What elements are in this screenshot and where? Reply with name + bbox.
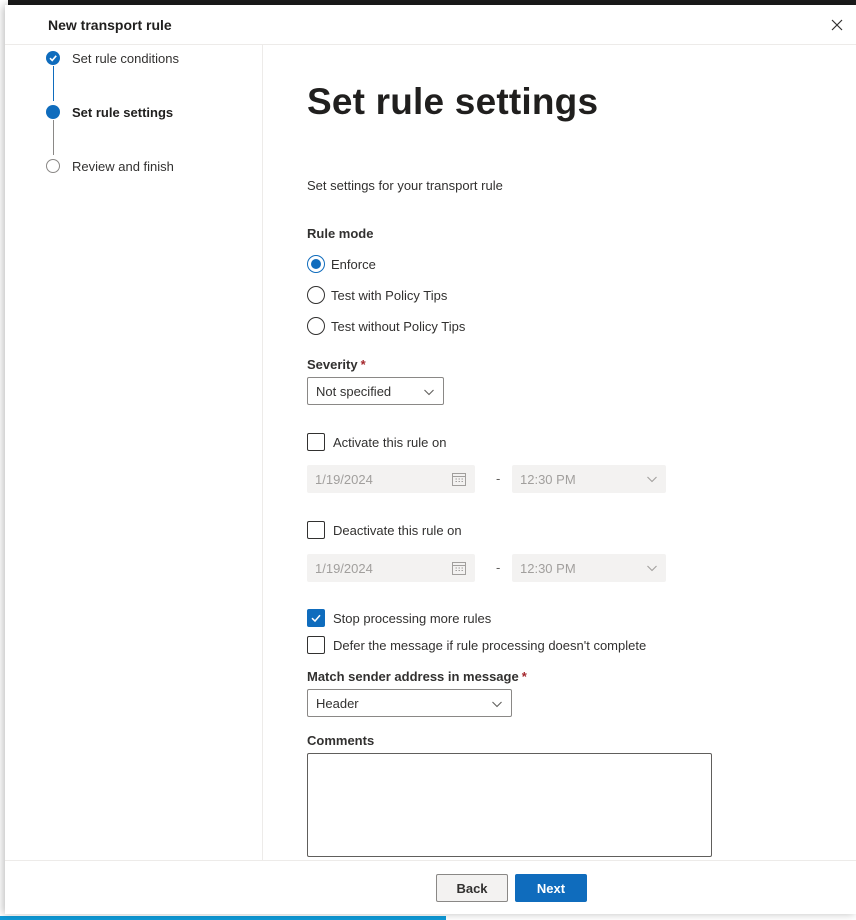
severity-dropdown[interactable]: Not specified <box>307 377 444 405</box>
chevron-down-icon <box>647 565 657 572</box>
step-label: Review and finish <box>72 158 174 174</box>
step-current-indicator <box>46 105 60 119</box>
chevron-down-icon <box>492 701 502 708</box>
date-time-separator: - <box>496 560 501 575</box>
activate-time-dropdown[interactable]: 12:30 PM <box>512 465 666 493</box>
radio-label: Test without Policy Tips <box>331 318 466 334</box>
deactivate-rule-checkbox[interactable]: Deactivate this rule on <box>307 521 462 539</box>
rule-settings-form: Set rule settings Set settings for your … <box>264 45 856 860</box>
step-connector <box>53 66 54 101</box>
new-transport-rule-panel: New transport rule Set rule conditions S… <box>5 5 856 914</box>
radio-indicator <box>307 255 325 273</box>
checkbox-indicator <box>307 636 325 654</box>
intro-text: Set settings for your transport rule <box>307 178 503 193</box>
step-review-and-finish[interactable]: Review and finish <box>46 156 174 176</box>
chevron-down-icon <box>424 389 434 396</box>
match-sender-dropdown[interactable]: Header <box>307 689 512 717</box>
wizard-stepper: Set rule conditions Set rule settings Re… <box>5 45 263 860</box>
close-button[interactable] <box>828 16 846 34</box>
step-pending-indicator <box>46 159 60 173</box>
next-button[interactable]: Next <box>515 874 587 902</box>
rule-mode-enforce-radio[interactable]: Enforce <box>307 255 376 273</box>
rule-mode-test-without-tips-radio[interactable]: Test without Policy Tips <box>307 317 465 335</box>
match-sender-value: Header <box>316 695 359 711</box>
checkbox-label: Activate this rule on <box>333 434 447 450</box>
required-mark: * <box>521 669 527 684</box>
step-set-rule-settings[interactable]: Set rule settings <box>46 102 173 122</box>
checkbox-indicator <box>307 609 325 627</box>
severity-value: Not specified <box>316 383 392 399</box>
background-bottom-bar <box>0 914 856 920</box>
comments-textarea[interactable] <box>307 753 712 857</box>
close-icon <box>831 19 843 31</box>
panel-title: New transport rule <box>48 17 172 33</box>
checkbox-label: Defer the message if rule processing doe… <box>333 637 647 653</box>
date-time-separator: - <box>496 471 501 486</box>
step-complete-indicator <box>46 51 60 65</box>
activate-rule-checkbox[interactable]: Activate this rule on <box>307 433 446 451</box>
background-accent-bar <box>0 916 446 920</box>
step-connector <box>53 120 54 155</box>
defer-message-checkbox[interactable]: Defer the message if rule processing doe… <box>307 636 646 654</box>
calendar-icon <box>452 473 466 486</box>
panel-header: New transport rule <box>5 5 856 45</box>
deactivate-time-dropdown[interactable]: 12:30 PM <box>512 554 666 582</box>
checkmark-icon <box>311 614 321 623</box>
back-button[interactable]: Back <box>436 874 508 902</box>
radio-indicator <box>307 317 325 335</box>
checkbox-indicator <box>307 433 325 451</box>
checkbox-label: Stop processing more rules <box>333 610 492 626</box>
checkbox-label: Deactivate this rule on <box>333 522 462 538</box>
deactivate-date-field[interactable]: 1/19/2024 <box>307 554 475 582</box>
match-sender-label: Match sender address in message * <box>307 669 527 684</box>
activate-date-field[interactable]: 1/19/2024 <box>307 465 475 493</box>
calendar-icon <box>452 562 466 575</box>
step-set-rule-conditions[interactable]: Set rule conditions <box>46 48 179 68</box>
panel-footer: Back Next <box>5 860 856 914</box>
stop-processing-checkbox[interactable]: Stop processing more rules <box>307 609 491 627</box>
page-title: Set rule settings <box>307 81 599 122</box>
chevron-down-icon <box>647 476 657 483</box>
checkbox-indicator <box>307 521 325 539</box>
checkmark-icon <box>49 55 57 62</box>
rule-mode-test-with-tips-radio[interactable]: Test with Policy Tips <box>307 286 447 304</box>
rule-mode-label: Rule mode <box>307 226 374 241</box>
step-label: Set rule settings <box>72 104 174 120</box>
radio-label: Enforce <box>331 256 376 272</box>
required-mark: * <box>360 357 366 372</box>
severity-label: Severity * <box>307 357 366 372</box>
comments-label: Comments <box>307 733 375 748</box>
step-label: Set rule conditions <box>72 50 179 66</box>
radio-indicator <box>307 286 325 304</box>
radio-label: Test with Policy Tips <box>331 287 448 303</box>
